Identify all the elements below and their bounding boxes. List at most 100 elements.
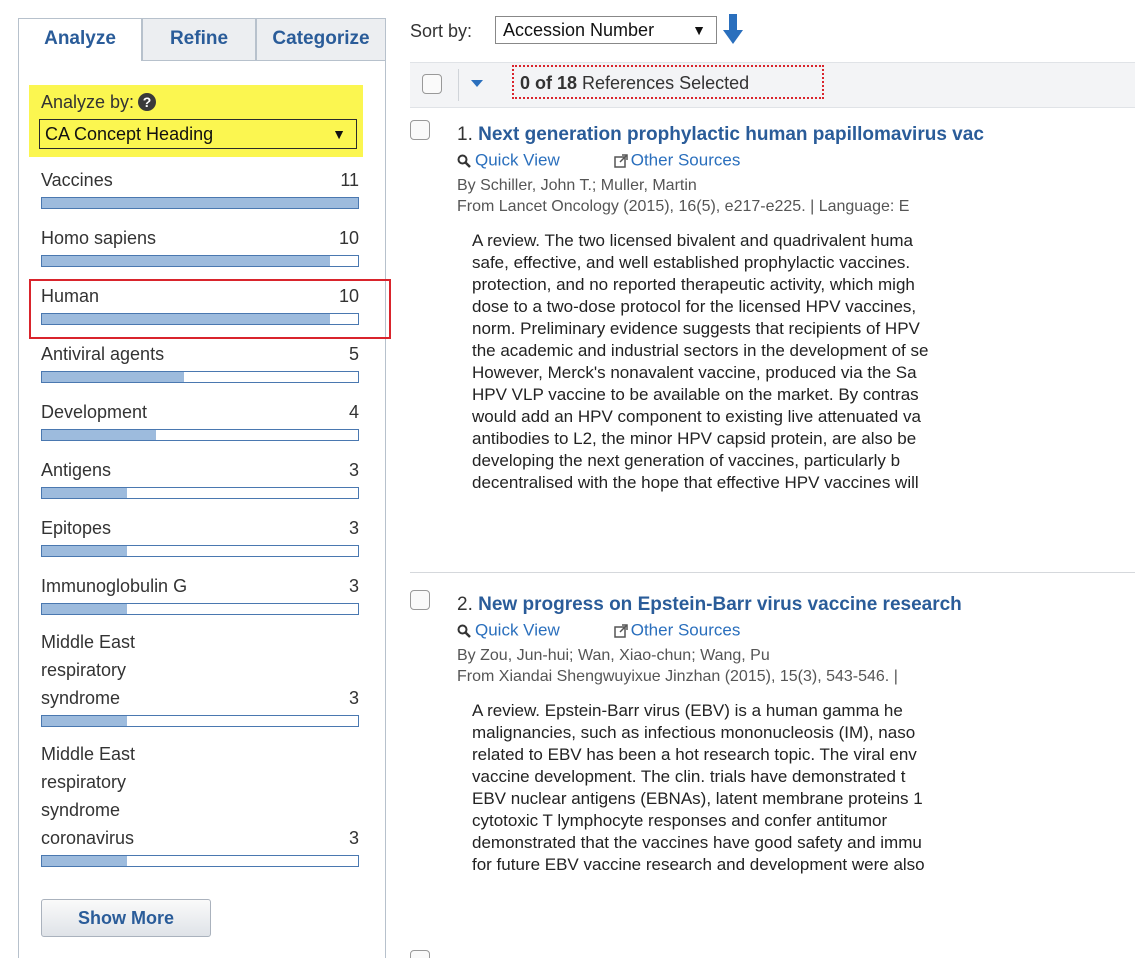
facet-label[interactable]: Antigens [41, 456, 301, 484]
toolbar-divider [458, 69, 459, 101]
facet-item[interactable]: Antiviral agents 5 [41, 340, 359, 386]
reference-source: From Lancet Oncology (2015), 16(5), e217… [457, 198, 910, 215]
caret-down-icon: ▼ [692, 22, 706, 38]
facet-label[interactable]: Development [41, 398, 301, 426]
facet-bar-fill [42, 716, 128, 726]
facet-item[interactable]: Immunoglobulin G 3 [41, 572, 359, 618]
reference-title-link[interactable]: New progress on Epstein-Barr virus vacci… [478, 594, 962, 615]
reference-links: Quick View Other Sources [457, 150, 740, 171]
arrow-down-icon[interactable] [722, 12, 744, 46]
facet-item[interactable]: Middle East respiratory syndrome 3 [41, 628, 359, 730]
facet-bar-fill [42, 256, 330, 266]
facet-label[interactable]: Immunoglobulin G [41, 572, 301, 600]
abstract-line: decentralised with the hope that effecti… [472, 473, 919, 492]
abstract-line: safe, effective, and well established pr… [472, 253, 911, 272]
reference-checkbox[interactable] [410, 120, 430, 140]
facet-count: 3 [348, 828, 359, 848]
select-options-dropdown-icon[interactable] [471, 80, 483, 87]
facet-count: 4 [348, 402, 359, 422]
abstract-line: related to EBV has been a hot research t… [472, 745, 917, 764]
facet-item[interactable]: Epitopes 3 [41, 514, 359, 560]
abstract-line: A review. Epstein-Barr virus (EBV) is a … [472, 701, 903, 720]
analyze-by-value: CA Concept Heading [45, 124, 214, 144]
sort-by-label: Sort by: [410, 21, 473, 41]
facet-count: 3 [348, 460, 359, 480]
facet-label[interactable]: Epitopes [41, 514, 301, 542]
facet-bar [41, 371, 359, 383]
abstract-line: HPV VLP vaccine to be available on the m… [472, 385, 919, 404]
abstract-line: cytotoxic T lymphocyte responses and con… [472, 811, 888, 830]
external-link-icon [613, 153, 628, 168]
sort-by-select[interactable]: Accession Number ▼ [495, 16, 717, 44]
facet-bar [41, 855, 359, 867]
facet-item[interactable]: Vaccines 11 [41, 166, 359, 212]
selection-count: 0 of 18 References Selected [512, 65, 824, 99]
facet-count: 10 [338, 228, 359, 248]
results-panel: Sort by: Accession Number ▼ 0 of 18 Refe… [386, 0, 1135, 958]
facet-bar [41, 603, 359, 615]
abstract-line: developing the next generation of vaccin… [472, 451, 901, 470]
abstract-line: antibodies to L2, the minor HPV capsid p… [472, 429, 917, 448]
facet-count: 5 [348, 344, 359, 364]
reference-authors: By Zou, Jun-hui; Wan, Xiao-chun; Wang, P… [457, 647, 770, 664]
other-sources-link[interactable]: Other Sources [631, 151, 741, 170]
facet-label[interactable]: Homo sapiens [41, 224, 301, 252]
facet-item[interactable]: Homo sapiens 10 [41, 224, 359, 270]
abstract-line: norm. Preliminary evidence suggests that… [472, 319, 920, 338]
facet-bar-fill [42, 198, 358, 208]
facet-bar [41, 715, 359, 727]
select-all-checkbox[interactable] [422, 74, 442, 94]
facet-bar-fill [42, 546, 128, 556]
facet-label[interactable]: Middle East respiratory syndrome [41, 628, 201, 712]
abstract-line: dose to a two-dose protocol for the lice… [472, 297, 917, 316]
facet-label[interactable]: Antiviral agents [41, 340, 301, 368]
quick-view-link[interactable]: Quick View [475, 151, 560, 170]
facet-label[interactable]: Vaccines [41, 166, 301, 194]
selection-toolbar: 0 of 18 References Selected [410, 62, 1135, 108]
facet-bar-fill [42, 856, 128, 866]
reference-checkbox[interactable] [410, 590, 430, 610]
abstract-line: A review. The two licensed bivalent and … [472, 231, 914, 250]
magnifier-icon [457, 624, 471, 638]
facet-label[interactable]: Middle East respiratory syndrome coronav… [41, 740, 201, 852]
reference-checkbox[interactable] [410, 950, 430, 958]
facet-bar [41, 255, 359, 267]
tab-categorize[interactable]: Categorize [256, 18, 386, 60]
facet-item[interactable]: Development 4 [41, 398, 359, 444]
tab-analyze[interactable]: Analyze [18, 18, 142, 61]
question-circle-icon[interactable]: ? [138, 93, 157, 111]
facet-count: 3 [348, 576, 359, 596]
show-more-button[interactable]: Show More [41, 899, 211, 937]
other-sources-link[interactable]: Other Sources [631, 621, 741, 640]
facet-bar-fill [42, 604, 128, 614]
reference-title[interactable]: 1. Next generation prophylactic human pa… [457, 124, 984, 146]
facet-count: 3 [348, 688, 359, 708]
abstract-line: However, Merck's nonavalent vaccine, pro… [472, 363, 917, 382]
facet-bar [41, 545, 359, 557]
abstract-line: would add an HPV component to existing l… [472, 407, 921, 426]
selection-count-label: References Selected [577, 73, 750, 93]
reference-title-link[interactable]: Next generation prophylactic human papil… [478, 124, 984, 145]
reference-title[interactable]: 2. New progress on Epstein-Barr virus va… [457, 594, 962, 616]
magnifier-icon [457, 154, 471, 168]
external-link-icon [613, 623, 628, 638]
facet-item[interactable]: Antigens 3 [41, 456, 359, 502]
abstract-line: for future EBV vaccine research and deve… [472, 855, 925, 874]
sort-by-value: Accession Number [503, 20, 655, 40]
analyze-by-select[interactable]: CA Concept Heading ▼ [39, 119, 357, 149]
reference-links: Quick View Other Sources [457, 620, 740, 641]
abstract-line: malignancies, such as infectious mononuc… [472, 723, 916, 742]
quick-view-link[interactable]: Quick View [475, 621, 560, 640]
reference-source: From Xiandai Shengwuyixue Jinzhan (2015)… [457, 668, 898, 685]
abstract-line: vaccine development. The clin. trials ha… [472, 767, 906, 786]
selection-count-value: 0 of 18 [520, 73, 578, 93]
facet-count: 3 [348, 518, 359, 538]
facet-bar [41, 197, 359, 209]
tab-refine[interactable]: Refine [142, 18, 256, 60]
facet-count: 11 [340, 170, 359, 190]
facet-item[interactable]: Middle East respiratory syndrome coronav… [41, 740, 359, 870]
reference-divider [410, 572, 1135, 573]
reference-abstract: A review. Epstein-Barr virus (EBV) is a … [472, 700, 1135, 876]
facet-bar-fill [42, 488, 128, 498]
caret-down-icon: ▼ [332, 126, 346, 142]
